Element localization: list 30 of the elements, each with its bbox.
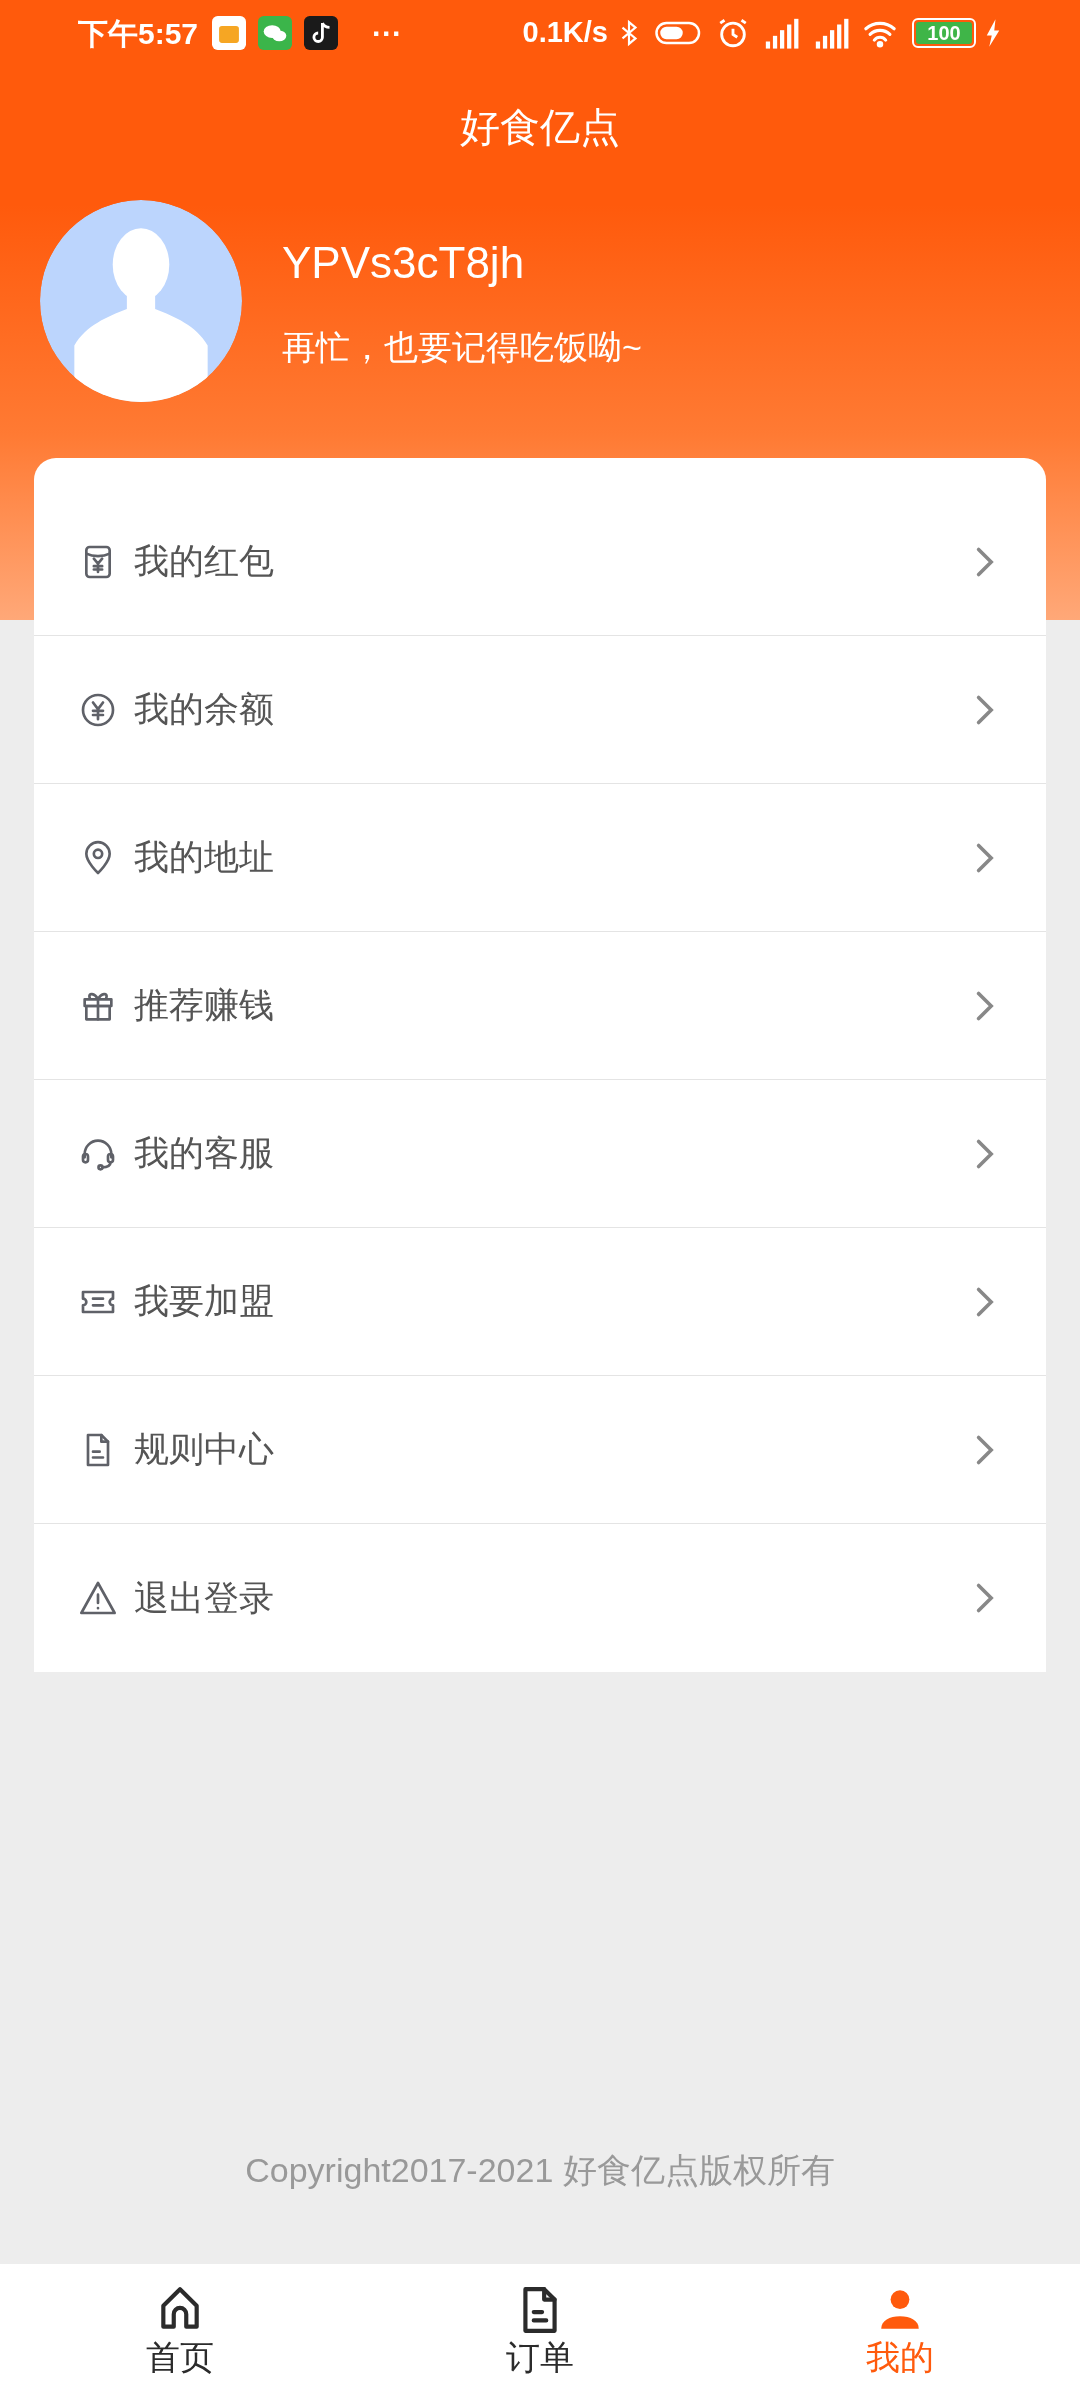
menu-label: 我的客服 <box>134 1132 274 1175</box>
charging-icon <box>984 18 1002 48</box>
menu-label: 退出登录 <box>134 1576 274 1619</box>
music-note-app-icon <box>304 16 339 50</box>
battery-level: 100 <box>916 22 972 44</box>
chat-app-icon <box>258 16 293 50</box>
more-notifications: ··· <box>372 15 403 52</box>
slogan: 再忙，也要记得吃饭呦~ <box>282 326 642 368</box>
menu-item[interactable]: 我的红包 <box>34 488 1046 636</box>
status-time: 下午5:57 <box>78 15 199 52</box>
menu-item[interactable]: 我的地址 <box>34 784 1046 932</box>
tab[interactable]: 订单 <box>360 2264 720 2400</box>
network-speed: 0.1K/s <box>522 15 608 51</box>
tab[interactable]: 首页 <box>0 2264 360 2400</box>
app-icon <box>212 16 247 50</box>
menu-label: 推荐赚钱 <box>134 984 274 1027</box>
menu-item[interactable]: 推荐赚钱 <box>34 932 1046 1080</box>
menu-item[interactable]: 规则中心 <box>34 1376 1046 1524</box>
menu-label: 我要加盟 <box>134 1280 274 1323</box>
app-title: 好食亿点 <box>460 104 620 151</box>
menu-label: 我的余额 <box>134 688 274 731</box>
menu-label: 我的红包 <box>134 540 274 583</box>
menu-item[interactable]: 退出登录 <box>34 1524 1046 1672</box>
menu-item[interactable]: 我要加盟 <box>34 1228 1046 1376</box>
copyright: Copyright2017-2021 好食亿点版权所有 <box>245 2150 835 2191</box>
menu-label: 我的地址 <box>134 836 274 879</box>
menu-item[interactable]: 我的客服 <box>34 1080 1046 1228</box>
menu-label: 规则中心 <box>134 1428 274 1471</box>
username: YPVs3cT8jh <box>282 236 526 289</box>
menu-item[interactable]: 我的余额 <box>34 636 1046 784</box>
